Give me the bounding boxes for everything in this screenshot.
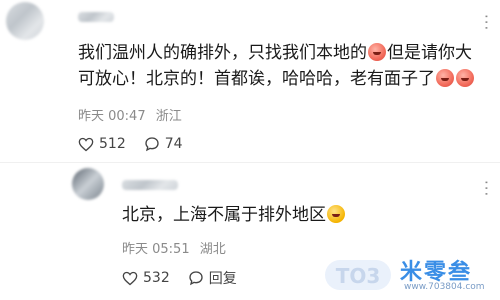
reply-meta: 昨天 05:51 湖北 <box>122 238 232 257</box>
reply-date: 昨天 05:51 <box>122 242 190 257</box>
username[interactable] <box>78 12 114 22</box>
watermark-url: www.703804.com <box>404 282 485 292</box>
site-logo-icon: TO3 <box>325 260 391 290</box>
divider <box>0 162 500 163</box>
reply-button[interactable]: 回复 <box>188 268 237 288</box>
reply-location: 湖北 <box>199 242 226 257</box>
reply-text-part: 北京，上海不属于排外地区 <box>122 205 326 225</box>
more-options-icon[interactable]: ··· <box>477 180 495 197</box>
avatar[interactable] <box>72 168 104 200</box>
comment-location: 浙江 <box>155 109 182 124</box>
comment-meta: 昨天 00:47 浙江 <box>78 105 188 124</box>
smile-emoji-icon <box>327 205 345 223</box>
reply-count: 74 <box>164 136 183 152</box>
username[interactable] <box>122 180 178 190</box>
comment-text: 我们温州人的确排外，只找我们本地的 但是请你大可放心！北京的！首都诶，哈哈哈，老有… <box>78 40 488 92</box>
reply-label: 回复 <box>208 271 237 287</box>
watermark: TO3 米零叁 www.703804.com <box>324 250 494 298</box>
comment-bubble-icon <box>145 137 159 152</box>
reply-text: 北京，上海不属于排外地区 <box>122 202 482 228</box>
logo-text: TO3 <box>336 264 381 288</box>
like-button[interactable]: 512 <box>78 136 126 152</box>
comment-date: 昨天 00:47 <box>78 109 146 124</box>
comment-bubble-icon <box>189 271 203 286</box>
like-count: 532 <box>143 270 170 286</box>
comment-text-part: 我们温州人的确排外，只找我们本地的 <box>78 43 367 63</box>
heart-icon <box>122 271 138 285</box>
peach-emoji-icon <box>456 69 474 87</box>
reply-button[interactable]: 74 <box>144 136 183 152</box>
peach-emoji-icon <box>436 69 454 87</box>
like-count: 512 <box>99 136 126 152</box>
reply-actions: 532 回复 <box>122 268 255 288</box>
like-button[interactable]: 532 <box>122 270 170 286</box>
peach-emoji-icon <box>368 43 386 61</box>
heart-icon <box>78 137 94 151</box>
comment-actions: 512 74 <box>78 136 201 152</box>
more-options-icon[interactable]: ··· <box>477 14 495 31</box>
avatar[interactable] <box>6 2 44 40</box>
